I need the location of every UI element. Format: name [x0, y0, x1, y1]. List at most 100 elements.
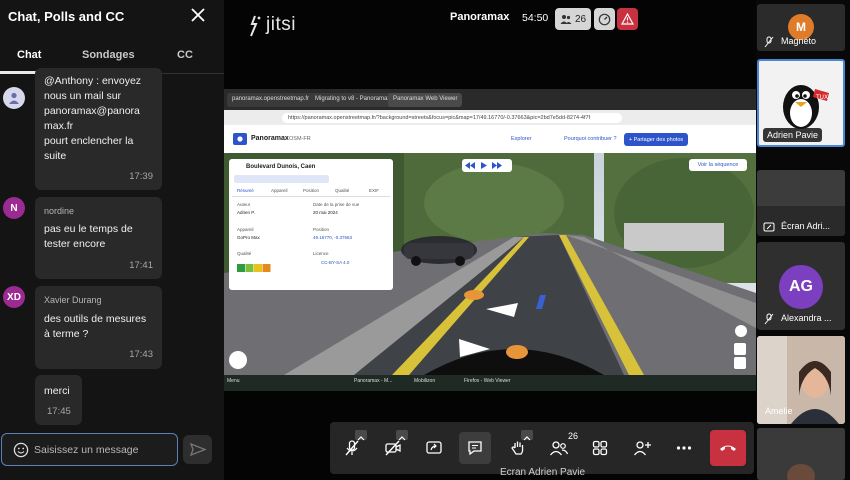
- reactions-options-button[interactable]: [521, 430, 533, 441]
- chevron-up-icon: [523, 436, 531, 441]
- avatar: XD: [3, 286, 25, 308]
- participant-name: Amelie: [765, 406, 793, 416]
- message-time: 17:39: [129, 171, 153, 182]
- avatar: [3, 87, 25, 109]
- add-user-icon: [633, 441, 651, 456]
- tux-avatar-icon: TUX: [783, 85, 829, 129]
- hangup-button[interactable]: [710, 430, 746, 466]
- more-button[interactable]: [668, 432, 700, 464]
- send-button[interactable]: [183, 435, 212, 464]
- card-divider: [232, 196, 390, 197]
- screen-share-button[interactable]: [418, 432, 450, 464]
- microphone-options-button[interactable]: [355, 430, 367, 441]
- chevron-up-icon: [357, 436, 365, 441]
- message-sender: Xavier Durang: [44, 295, 102, 305]
- warning-button[interactable]: [617, 8, 638, 30]
- avatar: AG: [779, 265, 823, 309]
- quality-score: [237, 259, 271, 277]
- author-label: Auteur: [237, 202, 251, 207]
- invite-button[interactable]: [626, 432, 658, 464]
- message-sender: nordine: [44, 206, 75, 216]
- participants-count-badge[interactable]: 26: [555, 8, 591, 30]
- participant-name: Écran Adri...: [781, 221, 831, 231]
- tab-cc[interactable]: CC: [177, 49, 193, 61]
- avatar: N: [3, 197, 25, 219]
- participants-icon: [560, 15, 572, 24]
- explorer-link: Explorer: [511, 136, 532, 142]
- participant-name: Magnéto: [781, 36, 817, 46]
- screen-share-icon: [763, 222, 775, 232]
- main-stage: jitsi Panoramax 54:50 26 panoramax.opens…: [224, 0, 756, 480]
- device-value: GoPro Max: [237, 235, 260, 240]
- playback-icon: [465, 162, 502, 169]
- quality-label: Qualité: [237, 251, 252, 256]
- author-value: Adrien P.: [237, 210, 255, 215]
- more-icon: [676, 446, 692, 450]
- chat-panel: Chat, Polls and CC Chat Sondages CC @Ant…: [0, 0, 224, 480]
- taskbar-item: Menu: [227, 378, 240, 384]
- card-tags: [234, 175, 329, 183]
- participant-name: Alexandra ...: [781, 313, 832, 323]
- emoji-icon[interactable]: [13, 442, 29, 458]
- viewer-controls: [462, 159, 512, 172]
- card-tab: Position: [303, 188, 320, 193]
- performance-button[interactable]: [594, 8, 615, 30]
- message-time: 17:41: [129, 260, 153, 271]
- jitsi-logo-icon: [250, 15, 261, 37]
- device-label: Appareil: [237, 227, 254, 232]
- message-time: 17:45: [47, 406, 71, 417]
- position-value: 49.16770, -0.37663: [313, 235, 353, 240]
- license-label: Licence: [313, 251, 329, 256]
- card-tab: EXIF: [369, 188, 380, 193]
- message-text: @Anthony : envoyez nous un mail sur pano…: [44, 75, 142, 162]
- participant-name: Adrien Pavie: [763, 128, 823, 142]
- tab-sondages[interactable]: Sondages: [82, 49, 135, 61]
- screen-thumbnail: [757, 170, 845, 206]
- participant-tile[interactable]: [757, 428, 845, 480]
- tab-chat[interactable]: Chat: [17, 49, 41, 61]
- browser-url: https://panoramax.openstreetmap.fr/?back…: [282, 113, 622, 123]
- filmstrip: M Magnéto TUX Adrien Pavie Écran Adri...: [756, 0, 850, 480]
- card-title: Boulevard Dunois, Caen: [246, 164, 316, 170]
- taskbar-item: Mobilizon: [414, 378, 436, 384]
- close-icon[interactable]: [189, 6, 207, 24]
- list-item: @Anthony : envoyez nous un mail sur pano…: [35, 68, 162, 190]
- participant-tile[interactable]: AG Alexandra ...: [757, 242, 845, 330]
- tile-view-button[interactable]: [584, 432, 616, 464]
- browser-tab: Migrating to v8 - Panoramax: [310, 93, 396, 107]
- meeting-timer: 54:50: [522, 12, 549, 24]
- browser-tab: panoramax.openstreetmap.fr: [227, 93, 315, 107]
- send-icon: [189, 442, 207, 457]
- why-contribute-link: Pourquoi contribuer ?: [564, 136, 617, 142]
- participant-tile[interactable]: TUX Adrien Pavie: [757, 59, 845, 147]
- share-photos-button: + Partager des photos: [624, 133, 688, 146]
- jitsi-logo: jitsi: [266, 14, 296, 35]
- camera-options-button[interactable]: [396, 430, 408, 441]
- quality-grade-icon: [237, 264, 271, 272]
- card-tab: Qualité: [335, 188, 350, 193]
- chat-icon: [468, 441, 482, 456]
- panoramax-name: Panoramax: [251, 135, 289, 142]
- room-name: Panoramax: [450, 11, 510, 23]
- taskbar-item: Panoramax - M...: [354, 378, 393, 384]
- chat-button[interactable]: [459, 432, 491, 464]
- microphone-off-icon: [764, 36, 774, 48]
- message-text: merci: [44, 385, 70, 397]
- message-input[interactable]: [34, 441, 170, 459]
- panoramax-tag: OSM-FR: [289, 136, 311, 142]
- participant-tile[interactable]: M Magnéto: [757, 4, 845, 51]
- list-item: Xavier Durang des outils de mesures à te…: [35, 286, 162, 369]
- position-label: Position: [313, 227, 330, 232]
- participants-badge: 26: [568, 431, 579, 441]
- panoramax-logo-icon: [233, 133, 247, 145]
- message-text: des outils de mesures à terme ?: [44, 313, 147, 340]
- card-tab: Résumé: [237, 188, 254, 193]
- participant-tile[interactable]: Écran Adri...: [757, 170, 845, 236]
- camera-feed: [757, 428, 845, 480]
- participant-tile[interactable]: Amelie: [757, 336, 845, 424]
- tile-view-icon: [592, 440, 608, 456]
- participants-icon: [549, 441, 569, 456]
- microphone-off-icon: [764, 313, 774, 325]
- hangup-icon: [720, 445, 736, 451]
- browser-tab: Panoramax Web Viewer: [388, 93, 463, 107]
